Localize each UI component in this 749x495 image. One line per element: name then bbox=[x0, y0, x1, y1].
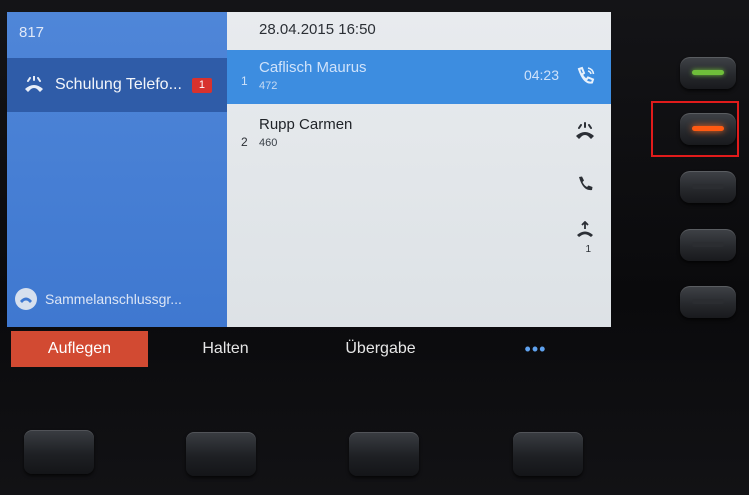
line-key-3[interactable] bbox=[680, 171, 736, 203]
call-row-active[interactable]: 1 Caflisch Maurus 472 04:23 bbox=[227, 50, 611, 104]
line-key-5[interactable] bbox=[680, 286, 736, 318]
hunt-group-label: Sammelanschlussgr... bbox=[45, 291, 182, 307]
line-key-4[interactable] bbox=[680, 229, 736, 261]
hangup-button[interactable]: Auflegen bbox=[11, 331, 148, 367]
transfer-button[interactable]: Übergabe bbox=[312, 331, 449, 367]
call-count-badge: 1 bbox=[191, 77, 212, 93]
line-pane: 817 Schulung Telefo... 1 Sammelanschluss… bbox=[7, 12, 227, 327]
more-softkeys-button[interactable]: ••• bbox=[467, 331, 604, 367]
hw-softkey-4[interactable] bbox=[513, 432, 583, 476]
caller-name: Caflisch Maurus bbox=[259, 59, 367, 76]
date-time: 28.04.2015 16:50 bbox=[259, 21, 376, 38]
hold-button[interactable]: Halten bbox=[157, 331, 294, 367]
line-key-led bbox=[692, 242, 724, 247]
caller-number: 472 bbox=[259, 80, 278, 92]
active-call-icon bbox=[573, 64, 597, 88]
line-key-led bbox=[692, 70, 724, 75]
line-key-1[interactable] bbox=[680, 57, 736, 89]
own-line-number: 817 bbox=[19, 24, 45, 41]
line-label: Schulung Telefo... bbox=[55, 76, 182, 93]
hunt-group-icon bbox=[15, 288, 37, 310]
line-item-schulung[interactable]: Schulung Telefo... 1 bbox=[7, 58, 227, 112]
softkey-bar: Auflegen Halten Übergabe ••• bbox=[7, 331, 611, 367]
phone-screen: 817 Schulung Telefo... 1 Sammelanschluss… bbox=[7, 12, 611, 327]
line-key-led bbox=[692, 299, 724, 304]
call-row-held[interactable]: 2 Rupp Carmen 460 bbox=[227, 107, 611, 161]
call-index: 1 bbox=[241, 74, 248, 88]
call-pane: 28.04.2015 16:50 1 Caflisch Maurus 472 0… bbox=[227, 12, 611, 327]
hw-softkey-1[interactable] bbox=[24, 430, 94, 474]
hw-softkey-3[interactable] bbox=[349, 432, 419, 476]
hw-softkey-2[interactable] bbox=[186, 432, 256, 476]
highlight-annotation bbox=[651, 101, 739, 157]
line-item-hunt-group[interactable]: Sammelanschlussgr... bbox=[7, 280, 227, 318]
callback-count: 1 bbox=[585, 244, 591, 255]
callback-icon bbox=[573, 218, 597, 242]
call-index: 2 bbox=[241, 135, 248, 149]
handset-icon bbox=[573, 172, 597, 196]
hold-icon bbox=[573, 119, 597, 143]
call-timer: 04:23 bbox=[523, 67, 559, 83]
line-key-led bbox=[692, 184, 724, 189]
caller-name: Rupp Carmen bbox=[259, 116, 353, 133]
caller-number: 460 bbox=[259, 137, 278, 149]
held-call-icon bbox=[19, 73, 49, 97]
